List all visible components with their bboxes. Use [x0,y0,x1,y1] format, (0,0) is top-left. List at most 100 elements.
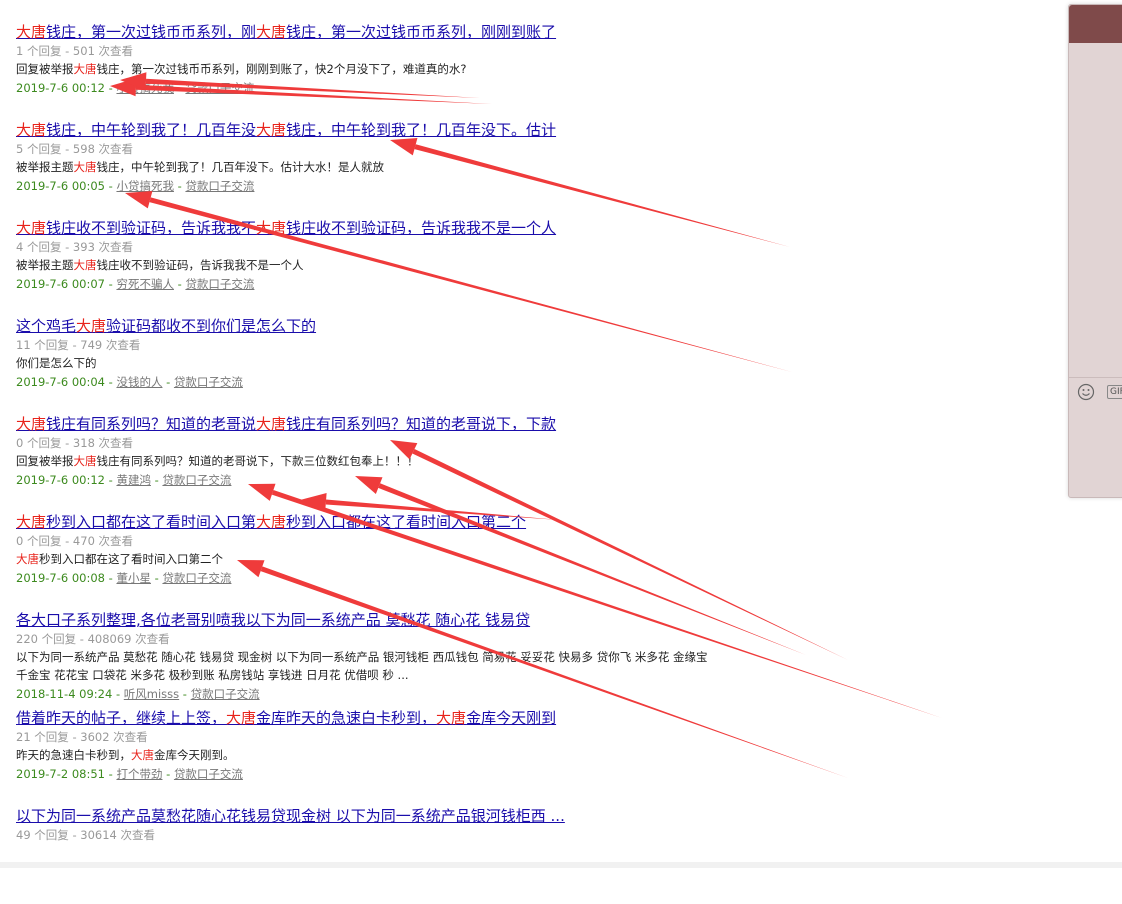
result-title-link[interactable]: 大唐钱庄收不到验证码，告诉我我不大唐钱庄收不到验证码，告诉我我不是一个人 [16,218,1056,238]
separator: - [162,375,174,389]
forum-link[interactable]: 贷款口子交流 [185,277,254,291]
separator: - [105,81,117,95]
separator: - [162,767,174,781]
text-segment: 钱庄有同系列吗？知道的老哥说 [46,415,257,433]
separator: - [150,473,163,487]
text-segment: 金库今天刚到。 [154,748,235,762]
smiley-icon[interactable] [1077,383,1095,401]
text-segment: 被举报主题 [16,258,74,272]
text-segment: 被举报主题 [16,160,74,174]
text-segment: 钱庄收不到验证码，告诉我我不是一个人 [286,219,557,237]
keyword-highlight: 大唐 [256,219,287,237]
result-title-link[interactable]: 大唐秒到入口都在这了看时间入口第大唐秒到入口都在这了看时间入口第二个 [16,512,1056,532]
forum-link[interactable]: 贷款口子交流 [174,767,243,781]
text-segment: 钱庄，中午轮到我了！几百年没下。估计大水！是人就放 [96,160,385,174]
keyword-highlight: 大唐 [73,62,97,76]
search-results-list: 大唐钱庄，第一次过钱币币系列，刚大唐钱庄，第一次过钱币币系列，刚刚到账了 1 个回… [16,22,1056,904]
gif-button[interactable]: GIF [1107,385,1122,399]
result-title-link[interactable]: 大唐钱庄，第一次过钱币币系列，刚大唐钱庄，第一次过钱币币系列，刚刚到账了 [16,22,1056,42]
result-snippet: 大唐秒到入口都在这了看时间入口第二个 [16,550,1056,568]
result-stats: 220 个回复 - 408069 次查看 [16,632,170,646]
text-segment: 各大口子系列整理,各位老哥别喷我以下为同一系统产品 莫愁花 随心花 钱易贷 [16,611,531,629]
post-date: 2019-7-6 00:07 [16,277,105,291]
separator: - [105,767,117,781]
post-date: 2019-7-6 00:12 [16,81,105,95]
separator: - [105,179,117,193]
search-result-item: 大唐钱庄，中午轮到我了！几百年没大唐钱庄，中午轮到我了！几百年没下。估计 5 个回… [16,120,1056,218]
forum-link[interactable]: 贷款口子交流 [185,81,254,95]
result-snippet: 以下为同一系统产品 莫愁花 随心花 钱易贷 现金树 以下为同一系统产品 银河钱柜… [16,648,1056,666]
result-snippet: 回复被举报大唐钱庄有同系列吗？知道的老哥说下，下款三位数红包奉上！！！ [16,452,1056,470]
keyword-highlight: 大唐 [256,23,287,41]
result-snippet: 昨天的急速白卡秒到，大唐金库今天刚到。 [16,746,1056,764]
forum-link[interactable]: 贷款口子交流 [174,375,243,389]
post-date: 2019-7-6 00:08 [16,571,105,585]
separator: - [173,81,186,95]
search-result-item: 大唐钱庄有同系列吗？知道的老哥说大唐钱庄有同系列吗？知道的老哥说下，下款 0 个回… [16,414,1056,512]
keyword-highlight: 大唐 [256,121,287,139]
bottom-scroll-bar [0,862,1122,868]
result-stats: 5 个回复 - 598 次查看 [16,142,134,156]
result-snippet: 回复被举报大唐钱庄，第一次过钱币币系列，刚刚到账了，快2个月没下了，难道真的水? [16,60,1056,78]
search-result-item: 大唐钱庄收不到验证码，告诉我我不大唐钱庄收不到验证码，告诉我我不是一个人 4 个回… [16,218,1056,316]
author-link[interactable]: 小贷搞死我 [116,81,174,95]
text-segment: 回复被举报 [16,454,74,468]
author-link[interactable]: 小贷搞死我 [116,179,174,193]
text-segment: 钱庄，第一次过钱币币系列，刚刚到账了 [286,23,557,41]
result-title-link[interactable]: 以下为同一系统产品莫愁花随心花钱易贷现金树 以下为同一系统产品银河钱柜西 ... [16,806,1056,826]
result-stats: 4 个回复 - 393 次查看 [16,240,134,254]
side-panel-toolbar: GIF [1069,377,1122,408]
text-segment: 以下为同一系统产品 莫愁花 随心花 钱易贷 现金树 以下为同一系统产品 银河钱柜… [16,650,708,664]
text-segment: 钱庄，中午轮到我了！几百年没 [46,121,257,139]
keyword-highlight: 大唐 [256,513,287,531]
post-date: 2018-11-4 09:24 [16,687,113,701]
search-result-item: 借着昨天的帖子，继续上上签，大唐金库昨天的急速白卡秒到，大唐金库今天刚到 21 个… [16,708,1056,806]
result-meta: 2019-7-2 08:51 - 打个带劲 - 贷款口子交流 [16,764,1056,784]
author-link[interactable]: 黄建鸿 [116,473,151,487]
side-panel-header [1069,5,1122,43]
result-snippet: 被举报主题大唐钱庄，中午轮到我了！几百年没下。估计大水！是人就放 [16,158,1056,176]
result-title-link[interactable]: 各大口子系列整理,各位老哥别喷我以下为同一系统产品 莫愁花 随心花 钱易贷 [16,610,1056,630]
result-stats: 11 个回复 - 749 次查看 [16,338,141,352]
text-segment: 钱庄有同系列吗？知道的老哥说下，下款 [286,415,557,433]
text-segment: 秒到入口都在这了看时间入口第 [46,513,257,531]
text-segment: 千金宝 花花宝 口袋花 米多花 极秒到账 私房钱站 享钱进 日月花 优借呗 秒 … [16,668,409,682]
result-title-link[interactable]: 这个鸡毛大唐验证码都收不到你们是怎么下的 [16,316,1056,336]
keyword-highlight: 大唐 [131,748,154,762]
forum-link[interactable]: 贷款口子交流 [185,179,254,193]
result-title-link[interactable]: 借着昨天的帖子，继续上上签，大唐金库昨天的急速白卡秒到，大唐金库今天刚到 [16,708,1056,728]
text-segment: 秒到入口都在这了看时间入口第二个 [39,552,223,566]
result-meta: 2019-7-6 00:12 - 黄建鸿 - 贷款口子交流 [16,470,1056,490]
author-link[interactable]: 董小星 [116,571,151,585]
separator: - [105,571,117,585]
result-title-link[interactable]: 大唐钱庄有同系列吗？知道的老哥说大唐钱庄有同系列吗？知道的老哥说下，下款 [16,414,1056,434]
result-meta: 2019-7-6 00:05 - 小贷搞死我 - 贷款口子交流 [16,176,1056,196]
result-snippet: 你们是怎么下的 [16,354,1056,372]
author-link[interactable]: 打个带劲 [116,767,162,781]
text-segment: 借着昨天的帖子，继续上上签， [16,709,227,727]
forum-link[interactable]: 贷款口子交流 [191,687,260,701]
search-result-item: 这个鸡毛大唐验证码都收不到你们是怎么下的 11 个回复 - 749 次查看你们是怎… [16,316,1056,414]
separator: - [112,687,124,701]
text-segment: 钱庄，第一次过钱币币系列，刚刚到账了，快2个月没下了，难道真的水? [96,62,467,76]
text-segment: 秒到入口都在这了看时间入口第二个 [286,513,527,531]
text-segment: 钱庄收不到验证码，告诉我我不 [46,219,257,237]
author-link[interactable]: 听风misss [124,687,179,701]
forum-link[interactable]: 贷款口子交流 [162,571,231,585]
separator: - [105,375,117,389]
author-link[interactable]: 没钱的人 [116,375,162,389]
forum-link[interactable]: 贷款口子交流 [162,473,231,487]
author-link[interactable]: 穷死不骗人 [116,277,174,291]
keyword-highlight: 大唐 [256,415,287,433]
text-segment: 回复被举报 [16,62,74,76]
keyword-highlight: 大唐 [16,219,47,237]
result-meta: 2019-7-6 00:12 - 小贷搞死我 - 贷款口子交流 [16,78,1056,98]
text-segment: 以下为同一系统产品莫愁花随心花钱易贷现金树 以下为同一系统产品银河钱柜西 ... [16,807,565,825]
result-title-link[interactable]: 大唐钱庄，中午轮到我了！几百年没大唐钱庄，中午轮到我了！几百年没下。估计 [16,120,1056,140]
result-meta: 2019-7-6 00:08 - 董小星 - 贷款口子交流 [16,568,1056,588]
text-segment: 钱庄收不到验证码，告诉我我不是一个人 [96,258,304,272]
result-stats: 21 个回复 - 3602 次查看 [16,730,148,744]
keyword-highlight: 大唐 [16,513,47,531]
keyword-highlight: 大唐 [436,709,467,727]
search-result-item: 各大口子系列整理,各位老哥别喷我以下为同一系统产品 莫愁花 随心花 钱易贷 220… [16,610,1056,708]
